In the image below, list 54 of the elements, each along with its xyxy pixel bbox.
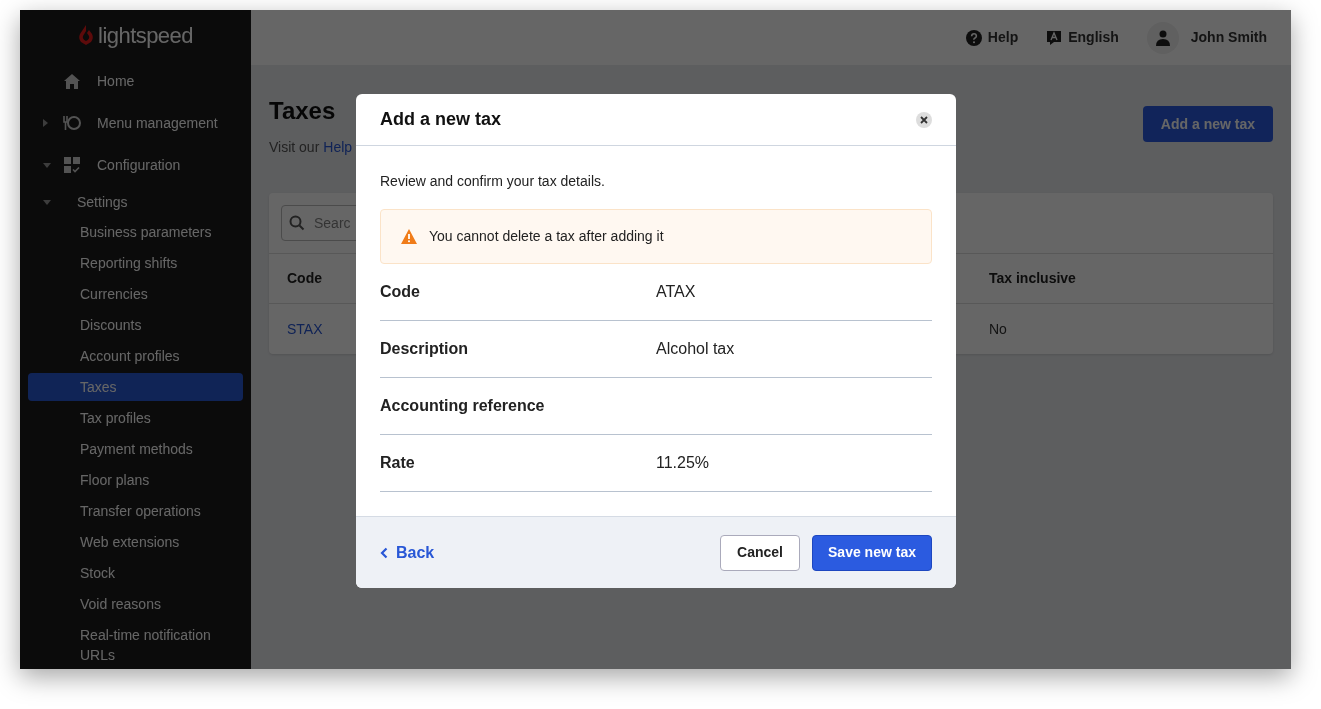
sidebar-item[interactable]: Void reasons <box>28 590 243 618</box>
help-text: Visit our <box>269 138 320 157</box>
column-header: Code <box>287 269 323 288</box>
warning-text: You cannot delete a tax after adding it <box>429 227 664 246</box>
field-value: 11.25% <box>656 453 711 473</box>
sidebar-item[interactable]: Transfer operations <box>28 497 243 525</box>
field-label: Description <box>380 339 469 359</box>
search-icon <box>289 215 305 231</box>
sidebar-item[interactable]: Reporting shifts <box>28 249 243 277</box>
sidebar-item[interactable]: Stock <box>28 559 243 587</box>
language-icon <box>1046 29 1063 46</box>
language-button[interactable]: English <box>1046 27 1119 48</box>
cancel-button[interactable]: Cancel <box>720 534 800 571</box>
back-button[interactable]: Back <box>380 540 435 565</box>
sidebar-item[interactable]: Tax profiles <box>28 404 243 432</box>
table-cell-text: No <box>989 319 1008 339</box>
sidebar-item[interactable]: Account profiles <box>28 342 243 370</box>
page-title: Taxes <box>269 96 337 126</box>
save-button[interactable]: Save new tax <box>812 534 932 571</box>
sidebar-item[interactable]: Floor plans <box>28 466 243 494</box>
close-button[interactable] <box>916 111 932 128</box>
avatar-icon <box>1146 21 1179 54</box>
column-header: Tax inclusive <box>989 269 1077 288</box>
sidebar-nav-item[interactable]: Configuration <box>97 154 181 176</box>
sidebar-nav-item[interactable]: Menu management <box>97 112 218 134</box>
sidebar-section[interactable]: Settings <box>77 191 128 213</box>
sidebar-item[interactable]: Web extensions <box>28 528 243 556</box>
plate-icon <box>63 115 81 131</box>
logo-text: lightspeed <box>98 21 193 50</box>
field-value: Alcohol tax <box>656 339 736 359</box>
help-button[interactable]: Help <box>965 27 1019 48</box>
field-label: Accounting reference <box>380 396 546 416</box>
help-icon <box>965 29 982 46</box>
sidebar-item[interactable]: Taxes <box>28 373 243 401</box>
intro-text: Review and confirm your tax details. <box>380 172 606 191</box>
close-icon <box>920 115 928 124</box>
field-value: ATAX <box>656 282 697 302</box>
home-icon <box>64 73 80 89</box>
help-link[interactable]: Help <box>323 137 353 158</box>
warning-icon <box>401 229 417 244</box>
sidebar-nav-item[interactable]: Home <box>97 70 135 92</box>
sidebar-item[interactable]: Discounts <box>28 311 243 339</box>
chevron-left-icon <box>380 546 388 559</box>
flame-logo-icon <box>78 24 95 46</box>
field-label: Code <box>380 282 421 302</box>
field-label: Rate <box>380 453 416 473</box>
modal-title: Add a new tax <box>380 108 502 131</box>
add-tax-button[interactable]: Add a new tax <box>1142 106 1273 142</box>
sidebar-item[interactable]: Payment methods <box>28 435 243 463</box>
sidebar-item[interactable]: Currencies <box>28 280 243 308</box>
user-button[interactable]: John Smith <box>1146 21 1267 54</box>
sidebar-item[interactable]: Real-time notification URLs <box>28 621 243 669</box>
grid-check-icon <box>64 157 80 173</box>
sidebar-item[interactable]: Business parameters <box>28 218 243 246</box>
